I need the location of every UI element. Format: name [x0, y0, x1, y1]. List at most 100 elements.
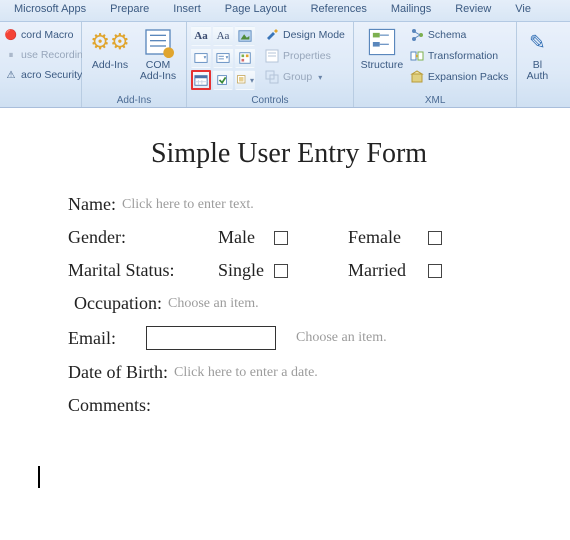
record-macro-button[interactable]: 🔴 cord Macro [4, 26, 74, 44]
dropdown-list-control-button[interactable] [213, 48, 233, 68]
schema-label: Schema [428, 29, 467, 41]
email-label: Email: [68, 328, 116, 349]
group-addins-label: Add-Ins [86, 94, 182, 107]
macro-security-label: acro Security [21, 69, 82, 81]
transformation-label: Transformation [428, 50, 498, 62]
comments-row: Comments: [68, 389, 510, 422]
name-placeholder[interactable]: Click here to enter text. [122, 197, 254, 213]
combo-box-control-button[interactable] [191, 48, 211, 68]
text-cursor [38, 466, 40, 488]
blog-label-line2: Auth [527, 71, 549, 82]
addins-label: Add-Ins [92, 60, 128, 71]
structure-icon [366, 26, 398, 58]
rich-text-control-button[interactable]: Aa [191, 26, 211, 46]
name-row: Name: Click here to enter text. [68, 188, 510, 221]
blog-button[interactable]: ✎ Bl Auth [521, 24, 553, 82]
occupation-label: Occupation: [74, 293, 162, 314]
group-controls-label: Controls [191, 94, 349, 107]
properties-icon [265, 49, 279, 63]
design-mode-icon [265, 28, 279, 42]
transformation-icon [410, 49, 424, 63]
group-label: Group [283, 71, 312, 83]
com-addins-label: COM Add-Ins [140, 60, 176, 82]
name-label: Name: [68, 194, 116, 215]
marital-label: Marital Status: [68, 260, 218, 281]
expansion-label: Expansion Packs [428, 71, 509, 83]
structure-label: Structure [361, 60, 404, 71]
pause-recording-button[interactable]: ⏸ use Recording [4, 46, 82, 64]
expansion-packs-button[interactable]: Expansion Packs [406, 67, 513, 87]
gender-male-label: Male [218, 227, 274, 248]
group-code-label [4, 94, 77, 107]
macro-security-button[interactable]: ⚠ acro Security [4, 66, 82, 84]
com-addins-button[interactable]: COM Add-Ins [134, 24, 182, 82]
checkbox-control-button[interactable] [213, 70, 233, 90]
marital-single-label: Single [218, 260, 274, 281]
comments-label: Comments: [68, 395, 151, 416]
gender-female-label: Female [348, 227, 428, 248]
blog-icon: ✎ [521, 26, 553, 58]
tab-review[interactable]: Review [443, 0, 503, 21]
structure-button[interactable]: Structure [358, 24, 406, 71]
controls-gallery: Aa Aa [191, 24, 255, 90]
group-button: Group ▾ [261, 67, 349, 87]
group-addins: ⚙⚙ Add-Ins COM Add-Ins Add-Ins [82, 22, 187, 107]
email-placeholder[interactable]: Choose an item. [296, 330, 387, 346]
gender-male-checkbox[interactable] [274, 231, 288, 245]
dob-label: Date of Birth: [68, 362, 168, 383]
design-mode-button[interactable]: Design Mode [261, 25, 349, 45]
addins-button[interactable]: ⚙⚙ Add-Ins [86, 24, 134, 71]
group-xml: Structure Schema Transformation [354, 22, 518, 107]
legacy-tools-button[interactable]: ▾ [235, 70, 255, 90]
email-input[interactable] [146, 326, 276, 350]
tab-page-layout[interactable]: Page Layout [213, 0, 299, 21]
document: Simple User Entry Form Name: Click here … [30, 130, 540, 422]
record-macro-label: cord Macro [21, 29, 74, 41]
dob-placeholder[interactable]: Click here to enter a date. [174, 365, 318, 381]
date-picker-control-button[interactable] [191, 70, 211, 90]
email-row: Email: Choose an item. [68, 320, 510, 356]
marital-single-checkbox[interactable] [274, 264, 288, 278]
tab-prepare[interactable]: Prepare [98, 0, 161, 21]
gears-icon: ⚙⚙ [94, 26, 126, 58]
gender-female-checkbox[interactable] [428, 231, 442, 245]
marital-married-label: Married [348, 260, 428, 281]
controls-options: Design Mode Properties Group ▾ [261, 24, 349, 87]
tab-references[interactable]: References [299, 0, 379, 21]
pause-recording-label: use Recording [21, 49, 82, 61]
list-icon [142, 26, 174, 58]
tab-mailings[interactable]: Mailings [379, 0, 443, 21]
ribbon-tabs: Microsoft Apps Prepare Insert Page Layou… [0, 0, 570, 22]
group-xml-label: XML [358, 94, 513, 107]
schema-button[interactable]: Schema [406, 25, 513, 45]
pause-icon: ⏸ [4, 48, 18, 62]
transformation-button[interactable]: Transformation [406, 46, 513, 66]
marital-married-checkbox[interactable] [428, 264, 442, 278]
group-controls: Aa Aa [187, 22, 354, 107]
expansion-icon [410, 70, 424, 84]
tab-view[interactable]: Vie [503, 0, 543, 21]
tab-insert[interactable]: Insert [161, 0, 213, 21]
xml-options: Schema Transformation Expansion Packs [406, 24, 513, 87]
occupation-row: Occupation: Choose an item. [68, 287, 510, 320]
occupation-placeholder[interactable]: Choose an item. [168, 296, 259, 312]
form-title: Simple User Entry Form [68, 130, 510, 188]
design-mode-label: Design Mode [283, 29, 345, 41]
dob-row: Date of Birth: Click here to enter a dat… [68, 356, 510, 389]
plain-text-control-button[interactable]: Aa [213, 26, 233, 46]
marital-row: Marital Status: Single Married [68, 254, 510, 287]
group-icon [265, 70, 279, 84]
security-icon: ⚠ [4, 68, 18, 82]
schema-icon [410, 28, 424, 42]
tab-microsoft-apps[interactable]: Microsoft Apps [2, 0, 98, 21]
ribbon: 🔴 cord Macro ⏸ use Recording ⚠ acro Secu… [0, 22, 570, 108]
gender-row: Gender: Male Female [68, 221, 510, 254]
properties-label: Properties [283, 50, 331, 62]
group-code: 🔴 cord Macro ⏸ use Recording ⚠ acro Secu… [0, 22, 82, 107]
picture-control-button[interactable] [235, 26, 255, 46]
group-right-cut: ✎ Bl Auth [517, 22, 557, 107]
building-block-control-button[interactable] [235, 48, 255, 68]
record-icon: 🔴 [4, 28, 18, 42]
properties-button: Properties [261, 46, 349, 66]
document-area: Simple User Entry Form Name: Click here … [0, 108, 570, 488]
